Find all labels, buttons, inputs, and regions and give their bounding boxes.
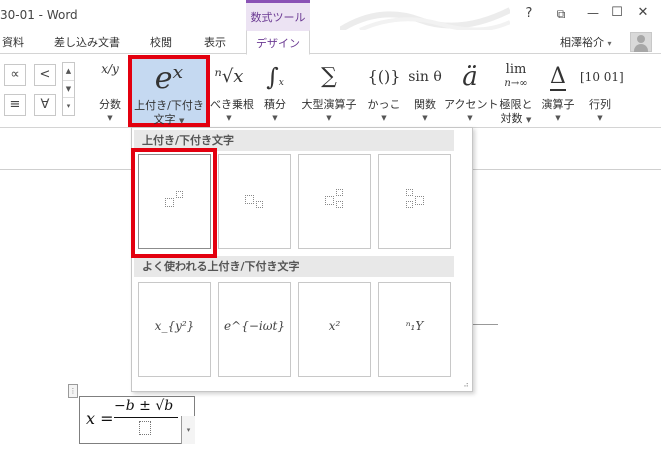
equation-tools-context-tab: 数式ツール xyxy=(246,0,310,30)
symbol-proportional[interactable]: ∝ xyxy=(4,64,26,86)
tab-references[interactable]: 資料 xyxy=(2,34,24,50)
gallery-tile-common-n1-y[interactable]: ⁿ₁Y xyxy=(378,282,451,377)
gallery-tile-sub-superscript[interactable] xyxy=(298,154,371,249)
radical-caret-icon: ▼ xyxy=(226,114,232,122)
user-name[interactable]: 相澤裕介 ▾ xyxy=(560,34,612,50)
limit-icon-text: lim xyxy=(505,62,527,77)
help-button[interactable]: ? xyxy=(516,6,542,21)
tab-mailings[interactable]: 差し込み文書 xyxy=(54,34,120,50)
subscript-placeholder-icon xyxy=(336,201,343,208)
formula-e-minus-iwt: e^{−iωt} xyxy=(224,319,285,333)
limit-label-line2: 対数 ▼ xyxy=(500,112,532,125)
integral-icon: ∫x xyxy=(266,63,284,91)
equation-lhs: x = xyxy=(86,409,114,428)
accent-caret-icon: ▼ xyxy=(467,114,473,122)
script-label-line2: 文字 ▼ xyxy=(153,113,185,126)
highlight-frame xyxy=(131,148,217,258)
resize-grip-icon[interactable]: ⠴ xyxy=(463,380,469,389)
fraction-caret-icon: ▼ xyxy=(107,114,113,122)
matrix-button[interactable]: [10 01] 行列 ▼ xyxy=(580,55,624,127)
superscript-icon: eˣ xyxy=(154,61,184,96)
left-superscript-placeholder-icon xyxy=(406,189,413,196)
large-operator-button[interactable]: ∑ 大型演算子 ▼ xyxy=(298,55,360,127)
accent-button[interactable]: ä アクセント ▼ xyxy=(444,55,498,127)
function-icon: sin θ xyxy=(408,69,442,85)
user-caret-icon: ▾ xyxy=(607,39,612,48)
context-tab-label: 数式ツール xyxy=(250,11,306,24)
base-placeholder-icon xyxy=(415,196,424,205)
equation-grip-handle[interactable]: ⋮ xyxy=(68,384,78,398)
window-title: 30-01 - Word xyxy=(0,8,78,22)
summation-icon: ∑ xyxy=(321,64,337,89)
fraction-icon: x/y xyxy=(95,61,125,93)
maximize-button[interactable]: ☐ xyxy=(604,5,630,20)
delta-icon: Δ xyxy=(550,64,566,91)
accent-icon: ä xyxy=(462,62,478,92)
bracket-button[interactable]: {()} かっこ ▼ xyxy=(364,55,404,127)
bracket-caret-icon: ▼ xyxy=(381,114,387,122)
radical-button[interactable]: ⁿ√x べき乗根 ▼ xyxy=(210,55,254,127)
gallery-tile-subscript[interactable] xyxy=(218,154,291,249)
left-subscript-placeholder-icon xyxy=(406,201,413,208)
tab-design-label: デザイン xyxy=(256,37,300,50)
equation-box[interactable]: x = −b ± √b xyxy=(79,396,195,444)
ribbon: ∝ < ≡ ∀ ▲ ▼ ▾ x/y 分数 ▼ eˣ 上付き/下付き 文字 ▼ ⁿ… xyxy=(0,55,661,128)
minimize-button[interactable]: — xyxy=(580,6,606,20)
expand-gallery-icon[interactable]: ▾ xyxy=(63,97,74,114)
title-bar: 30-01 - Word 数式ツール ? ⧉ — ☐ ✕ xyxy=(0,0,661,33)
scroll-up-icon[interactable]: ▲ xyxy=(63,63,74,80)
integral-button[interactable]: ∫x 積分 ▼ xyxy=(258,55,292,127)
fraction-button[interactable]: x/y 分数 ▼ xyxy=(95,55,125,127)
function-caret-icon: ▼ xyxy=(422,114,428,122)
matrix-icon: [10 01] xyxy=(580,70,624,84)
tab-design[interactable]: デザイン xyxy=(246,30,310,55)
superscript-placeholder-icon xyxy=(336,189,343,196)
document-line xyxy=(470,324,498,325)
scroll-down-icon[interactable]: ▼ xyxy=(63,80,74,97)
subscript-placeholder-icon xyxy=(256,201,263,208)
bracket-icon: {()} xyxy=(367,67,401,86)
tab-review[interactable]: 校閲 xyxy=(150,34,172,50)
radical-icon: ⁿ√x xyxy=(214,66,244,87)
gallery-tile-left-sub-superscript[interactable] xyxy=(378,154,451,249)
formula-x-sub-y-squared: x_{y²} xyxy=(154,319,195,333)
ribbon-tabs: 資料 差し込み文書 校閲 表示 デザイン 相澤裕介 ▾ xyxy=(0,30,661,55)
equation-options-dropdown[interactable]: ▾ xyxy=(181,416,195,444)
symbol-equivalent[interactable]: ≡ xyxy=(4,94,26,116)
decorative-background xyxy=(338,0,512,33)
operator-caret-icon: ▼ xyxy=(555,114,561,122)
symbols-scrollbar[interactable]: ▲ ▼ ▾ xyxy=(62,62,75,116)
denominator-placeholder[interactable] xyxy=(139,421,151,435)
ribbon-display-button[interactable]: ⧉ xyxy=(548,7,574,22)
base-placeholder-icon xyxy=(245,195,254,204)
close-button[interactable]: ✕ xyxy=(630,5,656,20)
gallery-section-title-common: よく使われる上付き/下付き文字 xyxy=(134,256,454,277)
formula-x-squared: x² xyxy=(328,319,341,333)
tab-view[interactable]: 表示 xyxy=(204,34,226,50)
limit-icon-sub: n→∞ xyxy=(504,78,528,89)
integral-caret-icon: ▼ xyxy=(272,114,278,122)
function-button[interactable]: sin θ 関数 ▼ xyxy=(406,55,444,127)
limit-log-button[interactable]: lim n→∞ 極限と 対数 ▼ xyxy=(496,55,536,127)
gallery-tile-common-x-squared[interactable]: x² xyxy=(298,282,371,377)
user-name-text: 相澤裕介 xyxy=(560,36,604,49)
equation-numerator: −b ± √b xyxy=(114,398,174,414)
large-operator-caret-icon: ▼ xyxy=(326,114,332,122)
limit-icon: lim n→∞ xyxy=(496,63,536,95)
gallery-tile-common-x-y-squared[interactable]: x_{y²} xyxy=(138,282,211,377)
base-placeholder-icon xyxy=(325,196,334,205)
fraction-bar xyxy=(114,417,178,418)
symbol-for-all[interactable]: ∀ xyxy=(34,94,56,116)
matrix-caret-icon: ▼ xyxy=(597,114,603,122)
avatar[interactable] xyxy=(630,32,652,52)
fraction-icon-glyph: x/y xyxy=(101,62,119,76)
symbol-less-than[interactable]: < xyxy=(34,64,56,86)
formula-n1-y: ⁿ₁Y xyxy=(405,319,424,333)
script-button[interactable]: eˣ 上付き/下付き 文字 ▼ xyxy=(128,55,210,127)
operator-button[interactable]: Δ 演算子 ▼ xyxy=(538,55,578,127)
gallery-tile-common-e-minus-iwt[interactable]: e^{−iωt} xyxy=(218,282,291,377)
